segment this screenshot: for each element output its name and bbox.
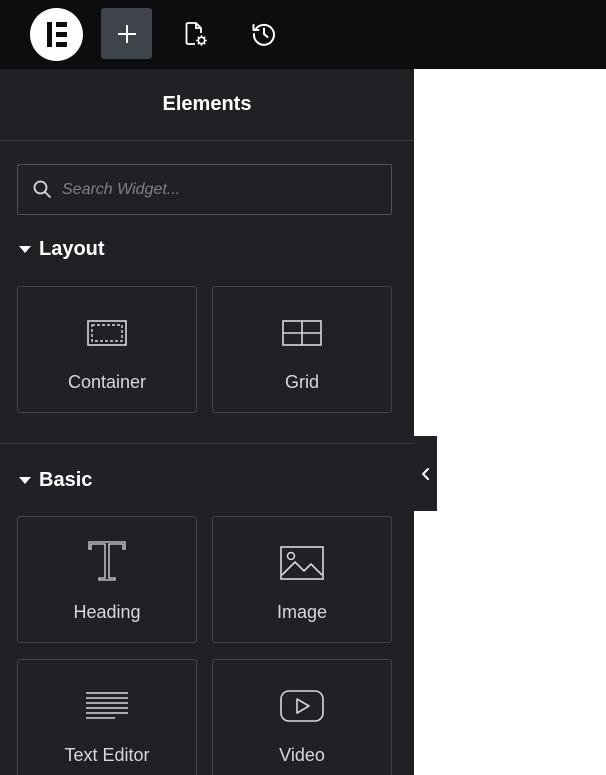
category-basic-toggle[interactable]: Basic xyxy=(19,468,92,492)
panel-header: Elements xyxy=(0,69,414,141)
caret-down-icon xyxy=(19,476,31,484)
category-layout-toggle[interactable]: Layout xyxy=(19,237,105,261)
widget-video[interactable]: Video xyxy=(212,659,392,775)
widget-image[interactable]: Image xyxy=(212,516,392,643)
heading-icon xyxy=(88,541,126,581)
text-editor-icon xyxy=(86,692,128,719)
widget-label: Video xyxy=(279,745,325,765)
history-icon xyxy=(252,23,275,46)
history-button[interactable] xyxy=(238,8,289,59)
widget-label: Text Editor xyxy=(64,745,150,765)
page-settings-icon xyxy=(185,21,207,46)
search-input[interactable] xyxy=(62,165,382,214)
grid-icon xyxy=(282,320,322,346)
widget-container[interactable]: Container xyxy=(17,286,197,413)
widget-text-editor[interactable]: Text Editor xyxy=(17,659,197,775)
widget-label: Container xyxy=(67,372,147,392)
search-icon xyxy=(33,180,51,198)
elementor-logo-icon[interactable] xyxy=(30,8,83,61)
widget-heading[interactable]: Heading xyxy=(17,516,197,643)
search-box xyxy=(17,164,392,215)
top-bar xyxy=(0,0,606,69)
category-label: Layout xyxy=(39,237,105,260)
chevron-left-icon xyxy=(421,467,429,480)
image-icon xyxy=(280,546,324,580)
container-icon xyxy=(87,320,127,346)
panel-title: Elements xyxy=(162,93,252,115)
editor-canvas[interactable] xyxy=(414,69,606,775)
widget-grid[interactable]: Grid xyxy=(212,286,392,413)
category-divider xyxy=(0,443,414,444)
elements-panel: Elements Layout Container Grid xyxy=(0,69,414,775)
widget-label: Image xyxy=(276,602,328,622)
caret-down-icon xyxy=(19,245,31,253)
collapse-panel-button[interactable] xyxy=(414,436,437,511)
page-settings-button[interactable] xyxy=(169,8,220,59)
widget-label: Heading xyxy=(73,602,141,622)
add-element-button[interactable] xyxy=(101,8,152,59)
plus-icon xyxy=(117,24,136,43)
widget-label: Grid xyxy=(284,372,319,392)
video-icon xyxy=(280,690,324,722)
category-label: Basic xyxy=(39,468,93,491)
